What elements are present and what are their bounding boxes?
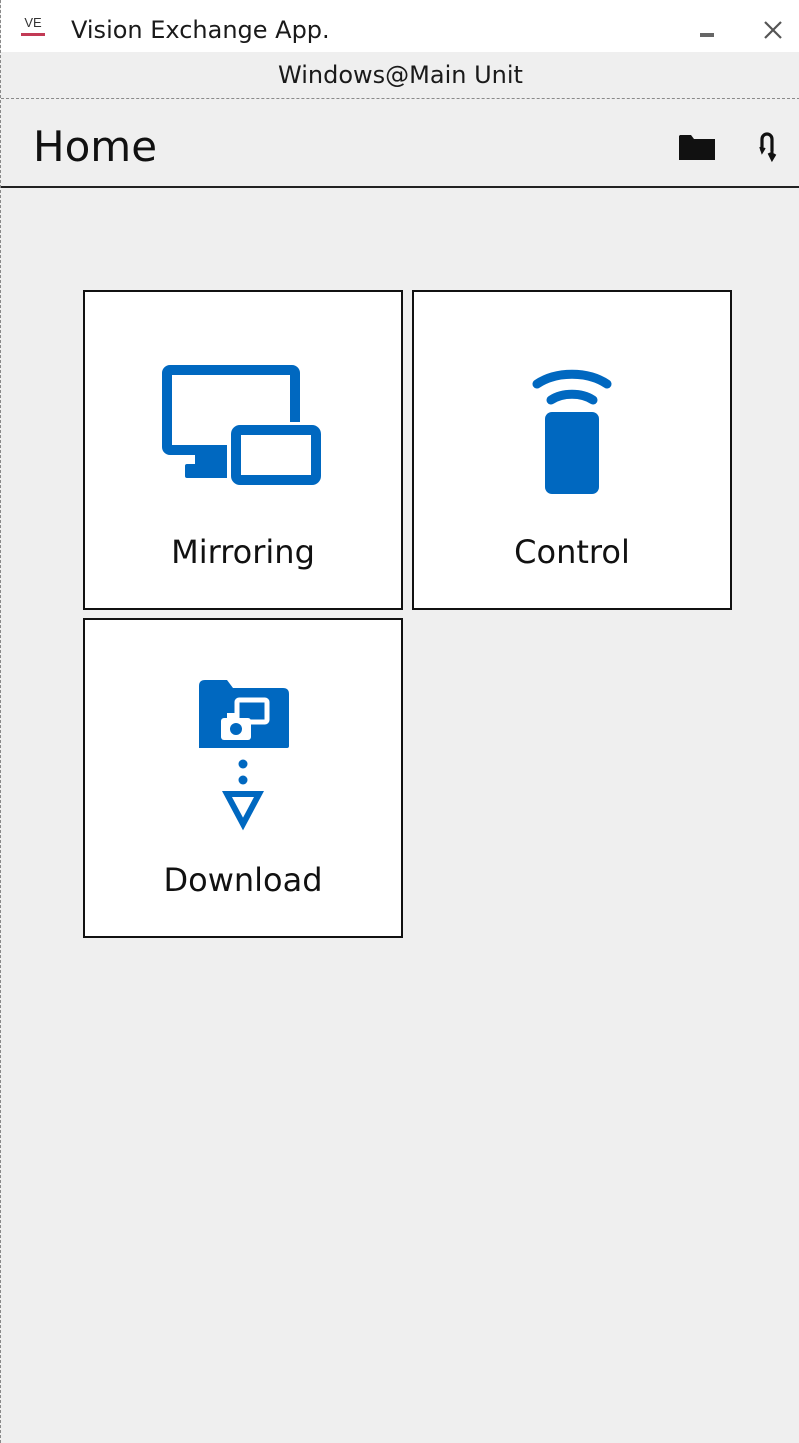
connection-label: Windows@Main Unit: [278, 61, 523, 89]
page-header: Home: [1, 99, 799, 188]
download-icon: [85, 676, 401, 836]
app-window: VE Vision Exchange App. Windows@Main Uni…: [0, 0, 799, 1443]
download-tile[interactable]: Download: [83, 618, 403, 938]
download-label: Download: [163, 861, 323, 899]
sync-icon: [759, 132, 777, 163]
control-tile[interactable]: Control: [412, 290, 732, 610]
folder-button[interactable]: [675, 125, 719, 169]
close-button[interactable]: [753, 10, 793, 50]
mirroring-label: Mirroring: [171, 533, 315, 571]
app-logo-text: VE: [24, 15, 42, 30]
mirroring-icon: [85, 364, 401, 490]
mirroring-tile[interactable]: Mirroring: [83, 290, 403, 610]
control-label: Control: [514, 533, 630, 571]
folder-icon: [679, 135, 715, 160]
close-icon: [764, 21, 782, 39]
minimize-icon: [700, 33, 714, 37]
title-bar: VE Vision Exchange App.: [1, 0, 799, 60]
window-title: Vision Exchange App.: [71, 16, 330, 44]
minimize-button[interactable]: [687, 10, 727, 50]
connection-bar: Windows@Main Unit: [1, 52, 799, 99]
app-logo-underline: [21, 33, 45, 36]
page-title: Home: [33, 122, 158, 171]
remote-control-icon: [414, 358, 730, 498]
app-logo: VE: [19, 14, 47, 42]
sync-button[interactable]: [745, 125, 789, 169]
